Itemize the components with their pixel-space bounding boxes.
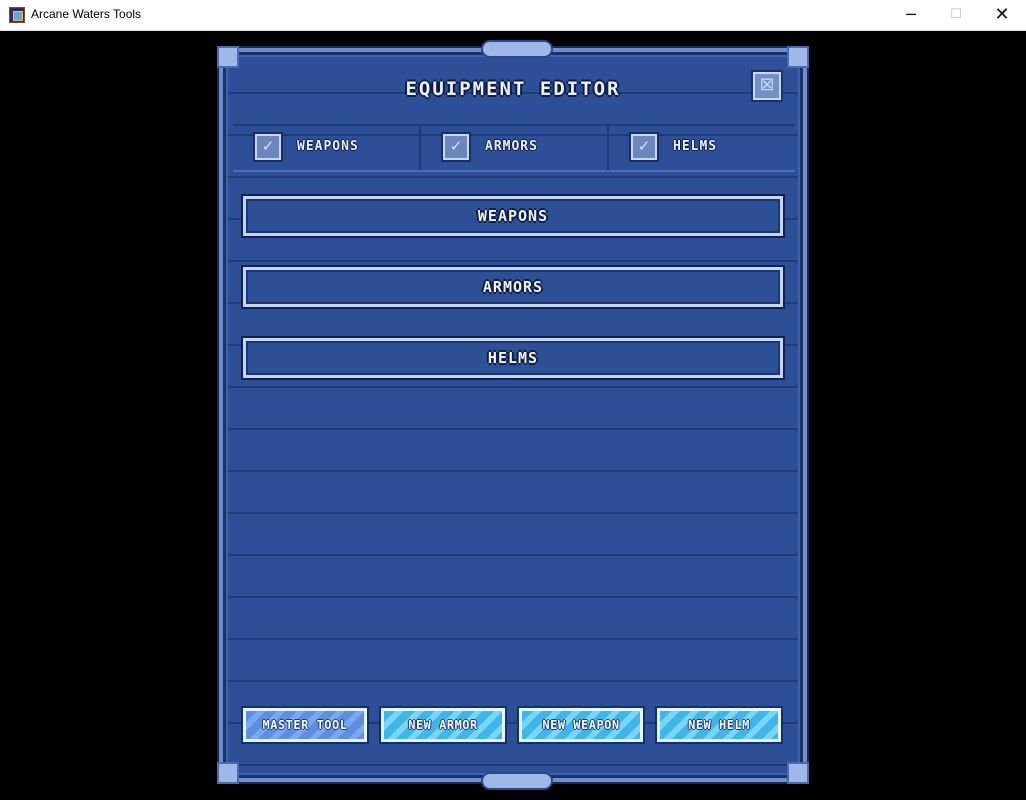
new-helm-button[interactable]: NEW HELM [657, 708, 781, 742]
new-weapon-button[interactable]: NEW WEAPON [519, 708, 643, 742]
weapons-checkbox[interactable]: ✓ [255, 134, 281, 160]
panel-close-button[interactable]: ⊠ [753, 72, 781, 100]
master-tool-button[interactable]: MASTER TOOL [243, 708, 367, 742]
equipment-editor-panel: EQUIPMENT EDITOR ⊠ ✓ WEAPONS ✓ ARMORS ✓ … [217, 40, 809, 790]
corner-ornament-icon [217, 762, 239, 784]
armors-checkbox[interactable]: ✓ [443, 134, 469, 160]
filter-tab-label: WEAPONS [297, 139, 359, 154]
window-title-bar: Arcane Waters Tools ─ ☐ ✕ [0, 0, 1026, 31]
filter-tab-weapons[interactable]: ✓ WEAPONS [233, 126, 421, 170]
bottom-crest-icon [481, 772, 553, 790]
minimize-button[interactable]: ─ [888, 0, 934, 30]
filter-tab-label: ARMORS [485, 139, 538, 154]
section-armors-button[interactable]: ARMORS [243, 267, 783, 307]
new-armor-button[interactable]: NEW ARMOR [381, 708, 505, 742]
panel-title: EQUIPMENT EDITOR [405, 78, 621, 100]
corner-ornament-icon [217, 46, 239, 68]
section-helms-button[interactable]: HELMS [243, 338, 783, 378]
helms-checkbox[interactable]: ✓ [631, 134, 657, 160]
maximize-button[interactable]: ☐ [933, 0, 979, 30]
filter-tabs: ✓ WEAPONS ✓ ARMORS ✓ HELMS [233, 124, 795, 172]
corner-ornament-icon [787, 762, 809, 784]
section-weapons-button[interactable]: WEAPONS [243, 196, 783, 236]
filter-tab-label: HELMS [673, 139, 718, 154]
close-icon: ⊠ [759, 74, 775, 95]
window-title: Arcane Waters Tools [31, 7, 142, 21]
filter-tab-armors[interactable]: ✓ ARMORS [421, 126, 609, 170]
game-viewport: EQUIPMENT EDITOR ⊠ ✓ WEAPONS ✓ ARMORS ✓ … [1, 31, 1025, 799]
window-close-button[interactable]: ✕ [979, 0, 1025, 30]
app-icon [9, 7, 25, 23]
top-crest-icon [481, 40, 553, 58]
corner-ornament-icon [787, 46, 809, 68]
action-bar: MASTER TOOL NEW ARMOR NEW WEAPON NEW HEL… [243, 708, 787, 742]
filter-tab-helms[interactable]: ✓ HELMS [609, 126, 795, 170]
